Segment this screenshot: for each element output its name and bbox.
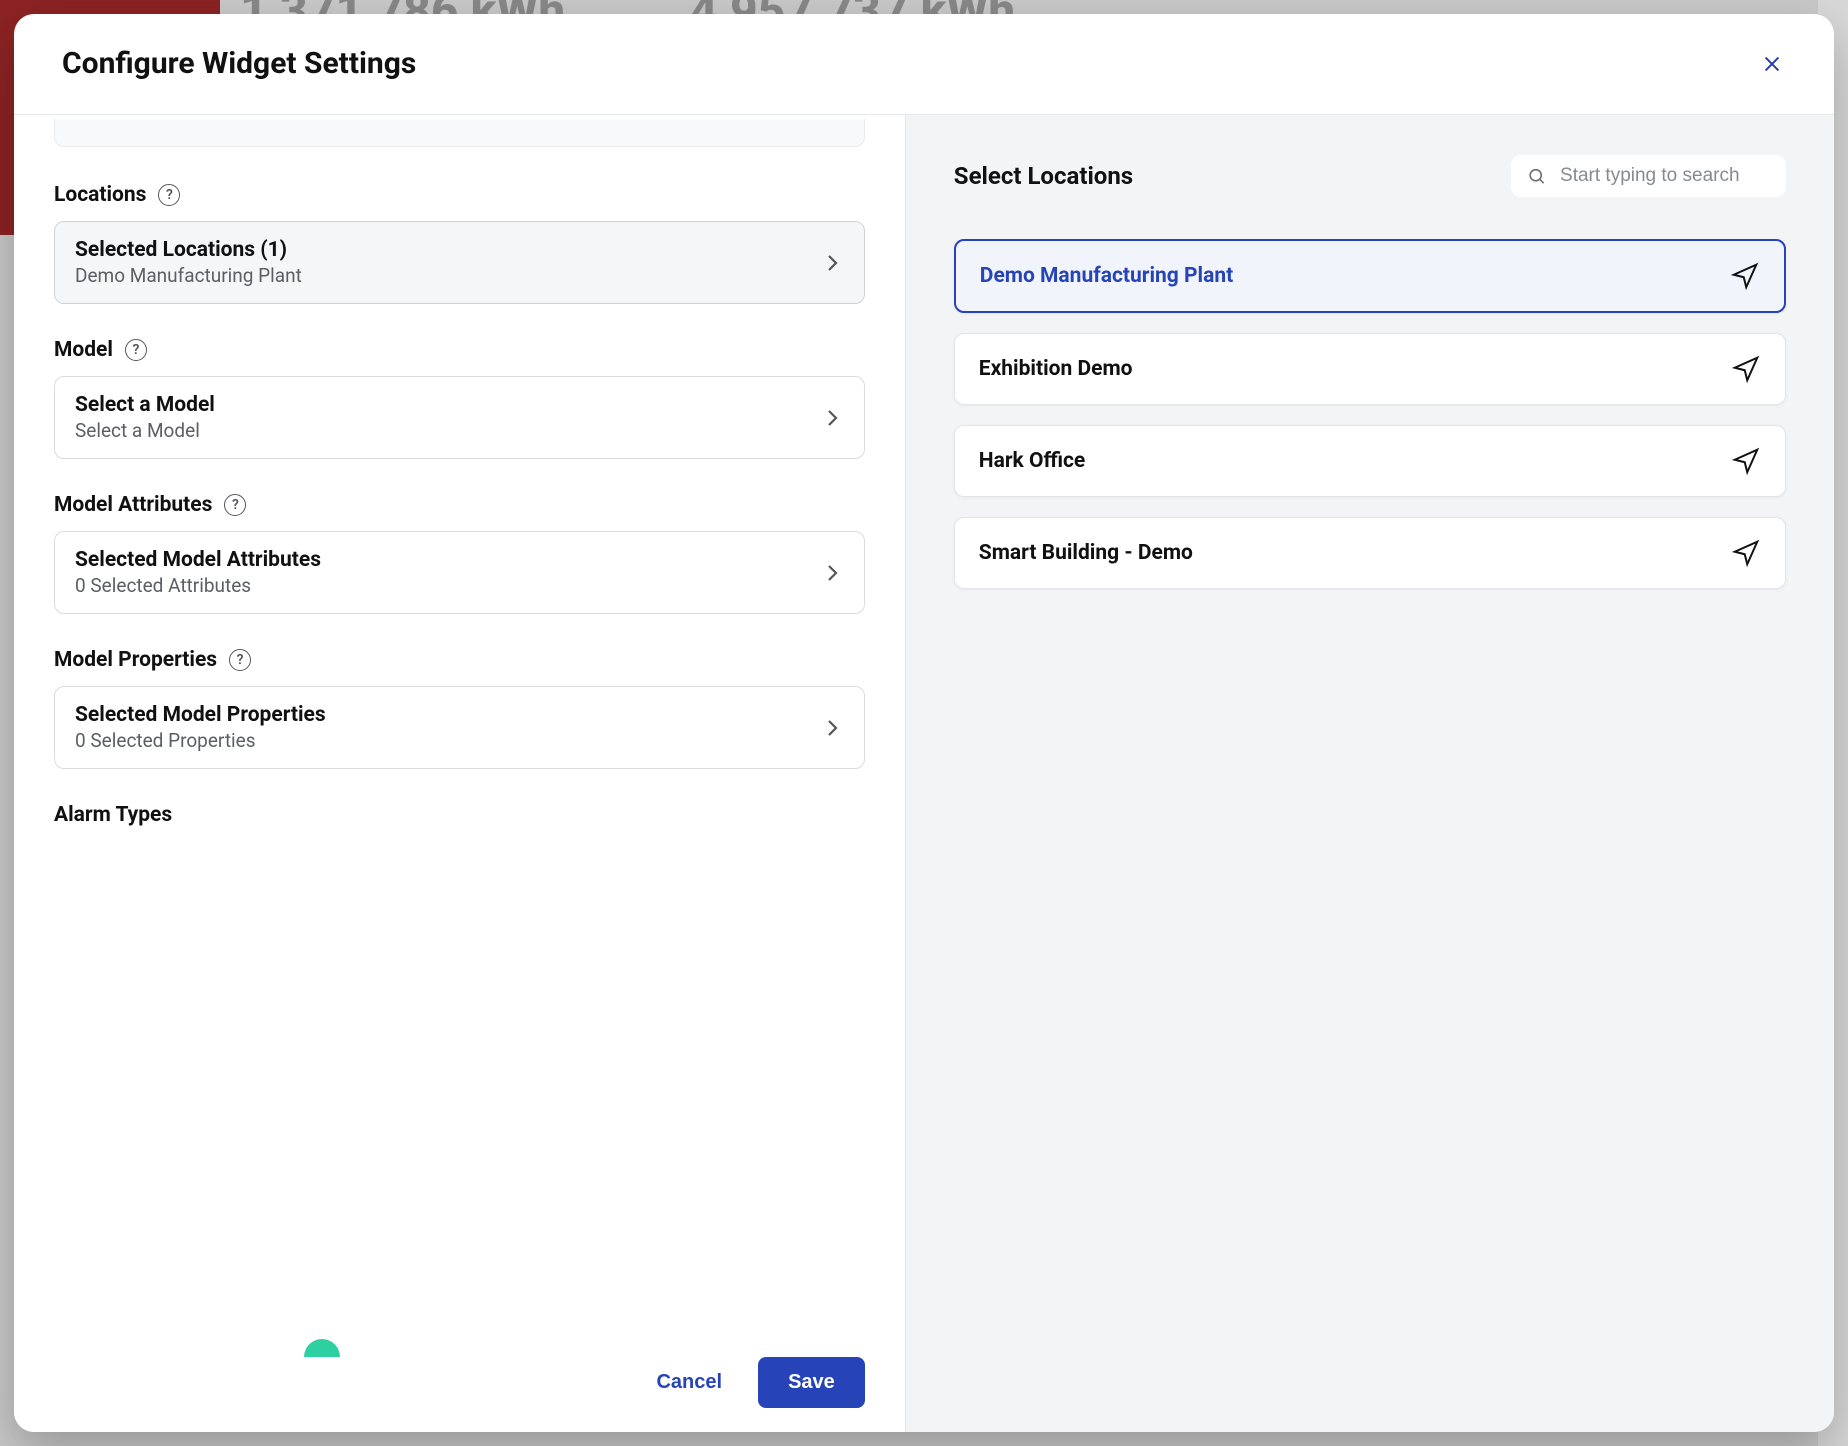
model-card-title: Select a Model <box>75 393 215 417</box>
right-header-row: Select Locations <box>954 155 1786 197</box>
chevron-right-icon <box>820 406 844 430</box>
model-properties-card-info: Selected Model Properties 0 Selected Pro… <box>75 703 326 752</box>
partial-green-element <box>304 1339 340 1357</box>
location-name: Exhibition Demo <box>979 357 1133 381</box>
close-button[interactable] <box>1758 50 1786 78</box>
model-selector-card[interactable]: Select a Model Select a Model <box>54 376 865 459</box>
right-pane: Select Locations Demo Manufacturing Plan… <box>906 115 1834 1432</box>
help-icon[interactable]: ? <box>158 184 180 206</box>
search-input[interactable] <box>1560 165 1770 187</box>
section-header-model-properties: Model Properties ? <box>54 648 865 672</box>
location-list: Demo Manufacturing Plant Exhibition Demo H… <box>954 239 1786 589</box>
section-alarm-types: Alarm Types <box>54 803 865 827</box>
location-name: Smart Building - Demo <box>979 541 1193 565</box>
location-item[interactable]: Exhibition Demo <box>954 333 1786 405</box>
search-icon <box>1527 165 1546 187</box>
chevron-right-icon <box>820 561 844 585</box>
navigate-icon <box>1730 261 1760 291</box>
modal-header: Configure Widget Settings <box>14 14 1834 114</box>
chevron-right-icon <box>820 251 844 275</box>
model-attributes-selector-card[interactable]: Selected Model Attributes 0 Selected Att… <box>54 531 865 614</box>
model-properties-selector-card[interactable]: Selected Model Properties 0 Selected Pro… <box>54 686 865 769</box>
cancel-button[interactable]: Cancel <box>650 1361 728 1404</box>
location-item[interactable]: Hark Office <box>954 425 1786 497</box>
configure-widget-modal: Configure Widget Settings Locations ? Se… <box>14 14 1834 1432</box>
section-label-model-attributes: Model Attributes <box>54 493 212 517</box>
modal-body: Locations ? Selected Locations (1) Demo … <box>14 114 1834 1432</box>
right-pane-title: Select Locations <box>954 162 1133 190</box>
location-item[interactable]: Demo Manufacturing Plant <box>954 239 1786 313</box>
section-locations: Locations ? Selected Locations (1) Demo … <box>54 183 865 304</box>
section-header-alarm-types: Alarm Types <box>54 803 865 827</box>
model-properties-card-title: Selected Model Properties <box>75 703 326 727</box>
left-scroll-area[interactable]: Locations ? Selected Locations (1) Demo … <box>54 115 865 1432</box>
section-model: Model ? Select a Model Select a Model <box>54 338 865 459</box>
locations-card-info: Selected Locations (1) Demo Manufacturin… <box>75 238 302 287</box>
modal-title: Configure Widget Settings <box>62 46 416 81</box>
chevron-right-icon <box>820 716 844 740</box>
location-item[interactable]: Smart Building - Demo <box>954 517 1786 589</box>
left-pane: Locations ? Selected Locations (1) Demo … <box>14 115 906 1432</box>
section-header-model: Model ? <box>54 338 865 362</box>
model-attributes-card-title: Selected Model Attributes <box>75 548 321 572</box>
navigate-icon <box>1731 446 1761 476</box>
close-icon <box>1761 53 1783 75</box>
section-model-properties: Model Properties ? Selected Model Proper… <box>54 648 865 769</box>
locations-card-sub: Demo Manufacturing Plant <box>75 264 302 287</box>
locations-selector-card[interactable]: Selected Locations (1) Demo Manufacturin… <box>54 221 865 304</box>
locations-card-title: Selected Locations (1) <box>75 238 302 262</box>
section-label-locations: Locations <box>54 183 146 207</box>
section-header-model-attributes: Model Attributes ? <box>54 493 865 517</box>
section-label-model: Model <box>54 338 113 362</box>
section-label-model-properties: Model Properties <box>54 648 217 672</box>
model-card-sub: Select a Model <box>75 419 215 442</box>
navigate-icon <box>1731 354 1761 384</box>
save-button[interactable]: Save <box>758 1357 865 1408</box>
section-model-attributes: Model Attributes ? Selected Model Attrib… <box>54 493 865 614</box>
model-card-info: Select a Model Select a Model <box>75 393 215 442</box>
navigate-icon <box>1731 538 1761 568</box>
search-field-wrapper[interactable] <box>1511 155 1786 197</box>
left-footer: Cancel Save <box>14 1339 905 1432</box>
location-name: Hark Office <box>979 449 1085 473</box>
help-icon[interactable]: ? <box>125 339 147 361</box>
model-attributes-card-info: Selected Model Attributes 0 Selected Att… <box>75 548 321 597</box>
section-header-locations: Locations ? <box>54 183 865 207</box>
location-name: Demo Manufacturing Plant <box>980 264 1233 288</box>
help-icon[interactable]: ? <box>229 649 251 671</box>
help-icon[interactable]: ? <box>224 494 246 516</box>
model-attributes-card-sub: 0 Selected Attributes <box>75 574 321 597</box>
prev-section-ghost <box>54 119 865 147</box>
model-properties-card-sub: 0 Selected Properties <box>75 729 326 752</box>
section-label-alarm-types: Alarm Types <box>54 803 172 827</box>
